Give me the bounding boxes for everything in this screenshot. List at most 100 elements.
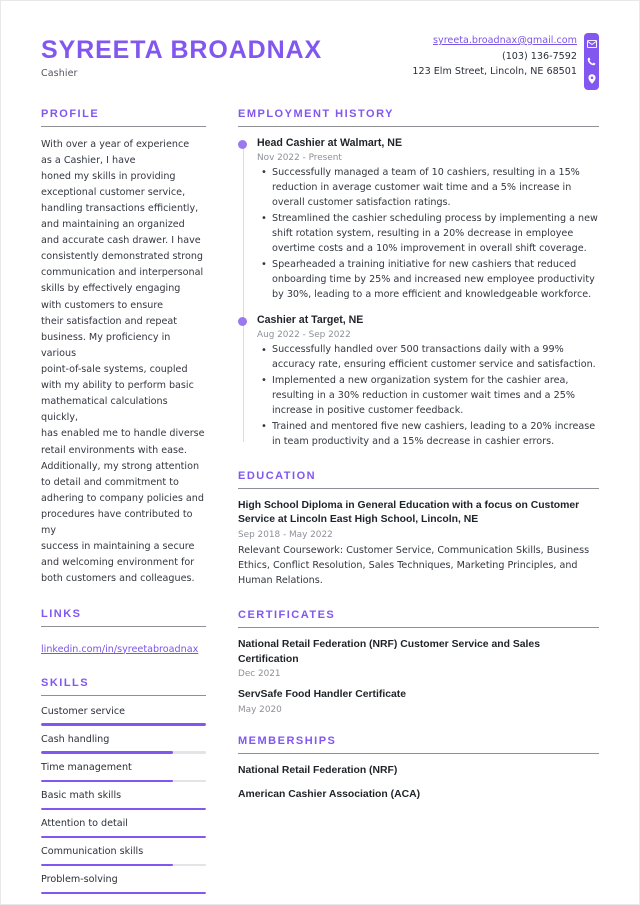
- skill-item: Communication skills: [41, 846, 206, 867]
- skill-level-fill: [41, 891, 206, 895]
- section-heading-skills: SKILLS: [41, 676, 90, 689]
- skill-level-track: [41, 835, 206, 839]
- certificate-title: ServSafe Food Handler Certificate: [238, 689, 407, 701]
- employment-bullet: Implemented a new organization system fo…: [261, 373, 599, 419]
- education-entry: High School Diploma in General Education…: [238, 499, 599, 589]
- employment-bullet-list: Successfully managed a team of 10 cashie…: [257, 165, 599, 303]
- memberships-list: National Retail Federation (NRF) American…: [238, 764, 599, 803]
- membership-title: American Cashier Association (ACA): [238, 788, 421, 800]
- resume-page: SYREETA BROADNAX Cashier syreeta.broadna…: [0, 0, 640, 905]
- employment-timeline: Head Cashier at Walmart, NE Nov 2022 - Pr…: [238, 137, 599, 450]
- skills-list: Customer service Cash handling Time manage…: [41, 706, 206, 895]
- certificate-entry: National Retail Federation (NRF) Custome…: [238, 638, 599, 680]
- employment-list: Head Cashier at Walmart, NE Nov 2022 - Pr…: [238, 137, 599, 450]
- skill-level-track: [41, 891, 206, 895]
- location-pin-icon: [584, 71, 599, 87]
- link-item-linkedin[interactable]: linkedin.com/in/syreetabroadnax: [41, 644, 198, 655]
- skill-label: Communication skills: [41, 846, 144, 858]
- contact-address: 123 Elm Street, Lincoln, NE 68501: [412, 66, 577, 78]
- timeline-dot-icon: [238, 140, 247, 149]
- employment-bullet-list: Successfully handled over 500 transactio…: [257, 343, 599, 450]
- identity-block: SYREETA BROADNAX Cashier: [41, 31, 323, 80]
- skill-level-track: [41, 723, 206, 726]
- employment-dates: Aug 2022 - Sep 2022: [257, 330, 351, 341]
- skill-item: Problem-solving: [41, 874, 206, 895]
- skill-item: Cash handling: [41, 733, 206, 755]
- skill-level-fill: [41, 835, 206, 839]
- skill-item: Customer service: [41, 706, 206, 726]
- membership-entry: National Retail Federation (NRF): [238, 764, 599, 779]
- certificate-date: Dec 2021: [238, 669, 281, 680]
- skill-label: Basic math skills: [41, 790, 122, 802]
- candidate-job-title: Cashier: [41, 68, 78, 80]
- skill-level-fill: [41, 863, 173, 867]
- section-memberships: MEMBERSHIPS National Retail Federation (…: [238, 735, 599, 803]
- skill-level-fill: [41, 723, 206, 726]
- employment-entry: Cashier at Target, NE Aug 2022 - Sep 2022…: [238, 314, 599, 450]
- membership-title: National Retail Federation (NRF): [238, 765, 398, 777]
- education-date: Sep 2018 - May 2022: [238, 530, 333, 541]
- contact-icon-rail: [584, 33, 599, 90]
- section-employment-history: EMPLOYMENT HISTORY Head Cashier at Walma…: [238, 108, 599, 450]
- employment-bullet: Successfully managed a team of 10 cashie…: [261, 165, 599, 211]
- education-list: High School Diploma in General Education…: [238, 499, 599, 589]
- certificate-date: May 2020: [238, 705, 282, 716]
- skill-level-fill: [41, 779, 173, 783]
- education-title: High School Diploma in General Education…: [238, 499, 580, 526]
- section-skills: SKILLS Customer service Cash handling Time…: [41, 676, 206, 895]
- employment-entry: Head Cashier at Walmart, NE Nov 2022 - Pr…: [238, 137, 599, 303]
- resume-body: PROFILE With over a year of experience a…: [1, 90, 639, 905]
- skill-level-track: [41, 863, 206, 867]
- candidate-name: SYREETA BROADNAX: [41, 36, 323, 64]
- divider: [238, 487, 599, 489]
- employment-title: Cashier at Target, NE: [257, 313, 364, 326]
- section-links: LINKS linkedin.com/in/syreetabroadnax: [41, 608, 206, 657]
- divider: [238, 626, 599, 628]
- section-profile: PROFILE With over a year of experience a…: [41, 108, 206, 588]
- skill-level-fill: [41, 751, 173, 755]
- certificate-entry: ServSafe Food Handler Certificate May 202…: [238, 688, 599, 715]
- skill-item: Time management: [41, 762, 206, 783]
- contact-details: syreeta.broadnax@gmail.com (103) 136-759…: [412, 33, 584, 80]
- contact-block: syreeta.broadnax@gmail.com (103) 136-759…: [412, 31, 599, 90]
- employment-bullet: Streamlined the cashier scheduling proce…: [261, 211, 599, 257]
- employment-title: Head Cashier at Walmart, NE: [257, 136, 403, 149]
- divider: [238, 753, 599, 755]
- section-heading-education: EDUCATION: [238, 469, 317, 482]
- divider: [238, 125, 599, 127]
- section-heading-memberships: MEMBERSHIPS: [238, 735, 337, 748]
- skill-label: Cash handling: [41, 733, 110, 745]
- contact-phone: (103) 136-7592: [501, 50, 577, 62]
- skill-label: Problem-solving: [41, 874, 118, 886]
- employment-dates: Nov 2022 - Present: [257, 152, 342, 163]
- employment-bullet: Successfully handled over 500 transactio…: [261, 343, 599, 373]
- envelope-icon: [584, 36, 599, 52]
- certificate-title: National Retail Federation (NRF) Custome…: [238, 638, 540, 665]
- education-description: Relevant Coursework: Customer Service, C…: [238, 545, 590, 586]
- section-heading-profile: PROFILE: [41, 107, 100, 120]
- skill-level-track: [41, 751, 206, 755]
- employment-bullet: Spearheaded a training initiative for ne…: [261, 257, 599, 303]
- left-column: PROFILE With over a year of experience a…: [41, 108, 224, 905]
- section-heading-employment: EMPLOYMENT HISTORY: [238, 107, 394, 120]
- skill-label: Customer service: [41, 705, 126, 717]
- right-column: EMPLOYMENT HISTORY Head Cashier at Walma…: [224, 108, 599, 823]
- skill-label: Attention to detail: [41, 818, 128, 830]
- employment-bullet: Trained and mentored five new cashiers, …: [261, 419, 599, 450]
- profile-summary-text: With over a year of experience as a Cash…: [41, 138, 205, 585]
- section-certificates: CERTIFICATES National Retail Federation …: [238, 609, 599, 715]
- section-education: EDUCATION High School Diploma in General…: [238, 470, 599, 589]
- timeline-dot-icon: [238, 317, 247, 327]
- resume-header: SYREETA BROADNAX Cashier syreeta.broadna…: [1, 1, 639, 90]
- contact-email-link[interactable]: syreeta.broadnax@gmail.com: [412, 33, 577, 49]
- divider: [41, 625, 206, 627]
- skill-level-track: [41, 779, 206, 783]
- divider: [41, 125, 206, 127]
- skill-level-track: [41, 807, 206, 811]
- section-heading-certificates: CERTIFICATES: [238, 608, 336, 621]
- skill-level-fill: [41, 807, 206, 811]
- phone-icon: [584, 54, 599, 70]
- certificates-list: National Retail Federation (NRF) Custome…: [238, 638, 599, 715]
- section-heading-links: LINKS: [41, 607, 82, 620]
- divider: [41, 694, 206, 696]
